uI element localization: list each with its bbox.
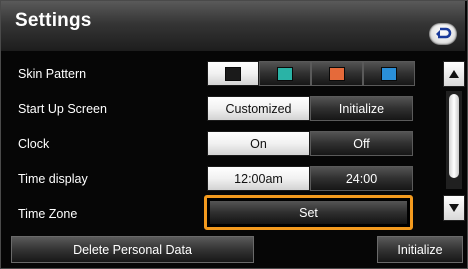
swatch-blue (381, 67, 397, 81)
time-12h-button[interactable]: 12:00am (207, 166, 310, 191)
return-arrow-icon (436, 27, 452, 39)
swatch-orange (329, 67, 345, 81)
clock-label: Clock (18, 137, 50, 151)
skin-swatch-teal-button[interactable] (259, 61, 311, 86)
swatch-black (225, 67, 241, 81)
time-24h-button[interactable]: 24:00 (310, 166, 413, 191)
time-zone-set-focus: Set (204, 195, 413, 230)
time-zone-set-button[interactable]: Set (210, 201, 407, 224)
scroll-up-button[interactable] (443, 61, 465, 87)
startup-customized-button[interactable]: Customized (207, 96, 310, 121)
skin-swatch-black-button[interactable] (207, 61, 259, 86)
skin-swatch-blue-button[interactable] (363, 61, 415, 86)
clock-off-button[interactable]: Off (310, 131, 413, 156)
swatch-teal (277, 67, 293, 81)
time-display-label: Time display (18, 172, 88, 186)
startup-initialize-button[interactable]: Initialize (310, 96, 413, 121)
triangle-up-icon (449, 70, 459, 78)
triangle-down-icon (449, 204, 459, 212)
scroll-down-button[interactable] (443, 195, 465, 221)
skin-swatch-orange-button[interactable] (311, 61, 363, 86)
delete-personal-data-button[interactable]: Delete Personal Data (11, 236, 254, 263)
start-up-screen-label: Start Up Screen (18, 102, 107, 116)
title-bar: Settings (1, 1, 465, 51)
skin-pattern-label: Skin Pattern (18, 67, 87, 81)
scrollbar-thumb[interactable] (449, 94, 459, 178)
initialize-button[interactable]: Initialize (377, 236, 463, 263)
time-zone-label: Time Zone (18, 207, 78, 221)
page-title: Settings (15, 10, 92, 31)
back-button[interactable] (429, 23, 457, 45)
clock-on-button[interactable]: On (207, 131, 310, 156)
